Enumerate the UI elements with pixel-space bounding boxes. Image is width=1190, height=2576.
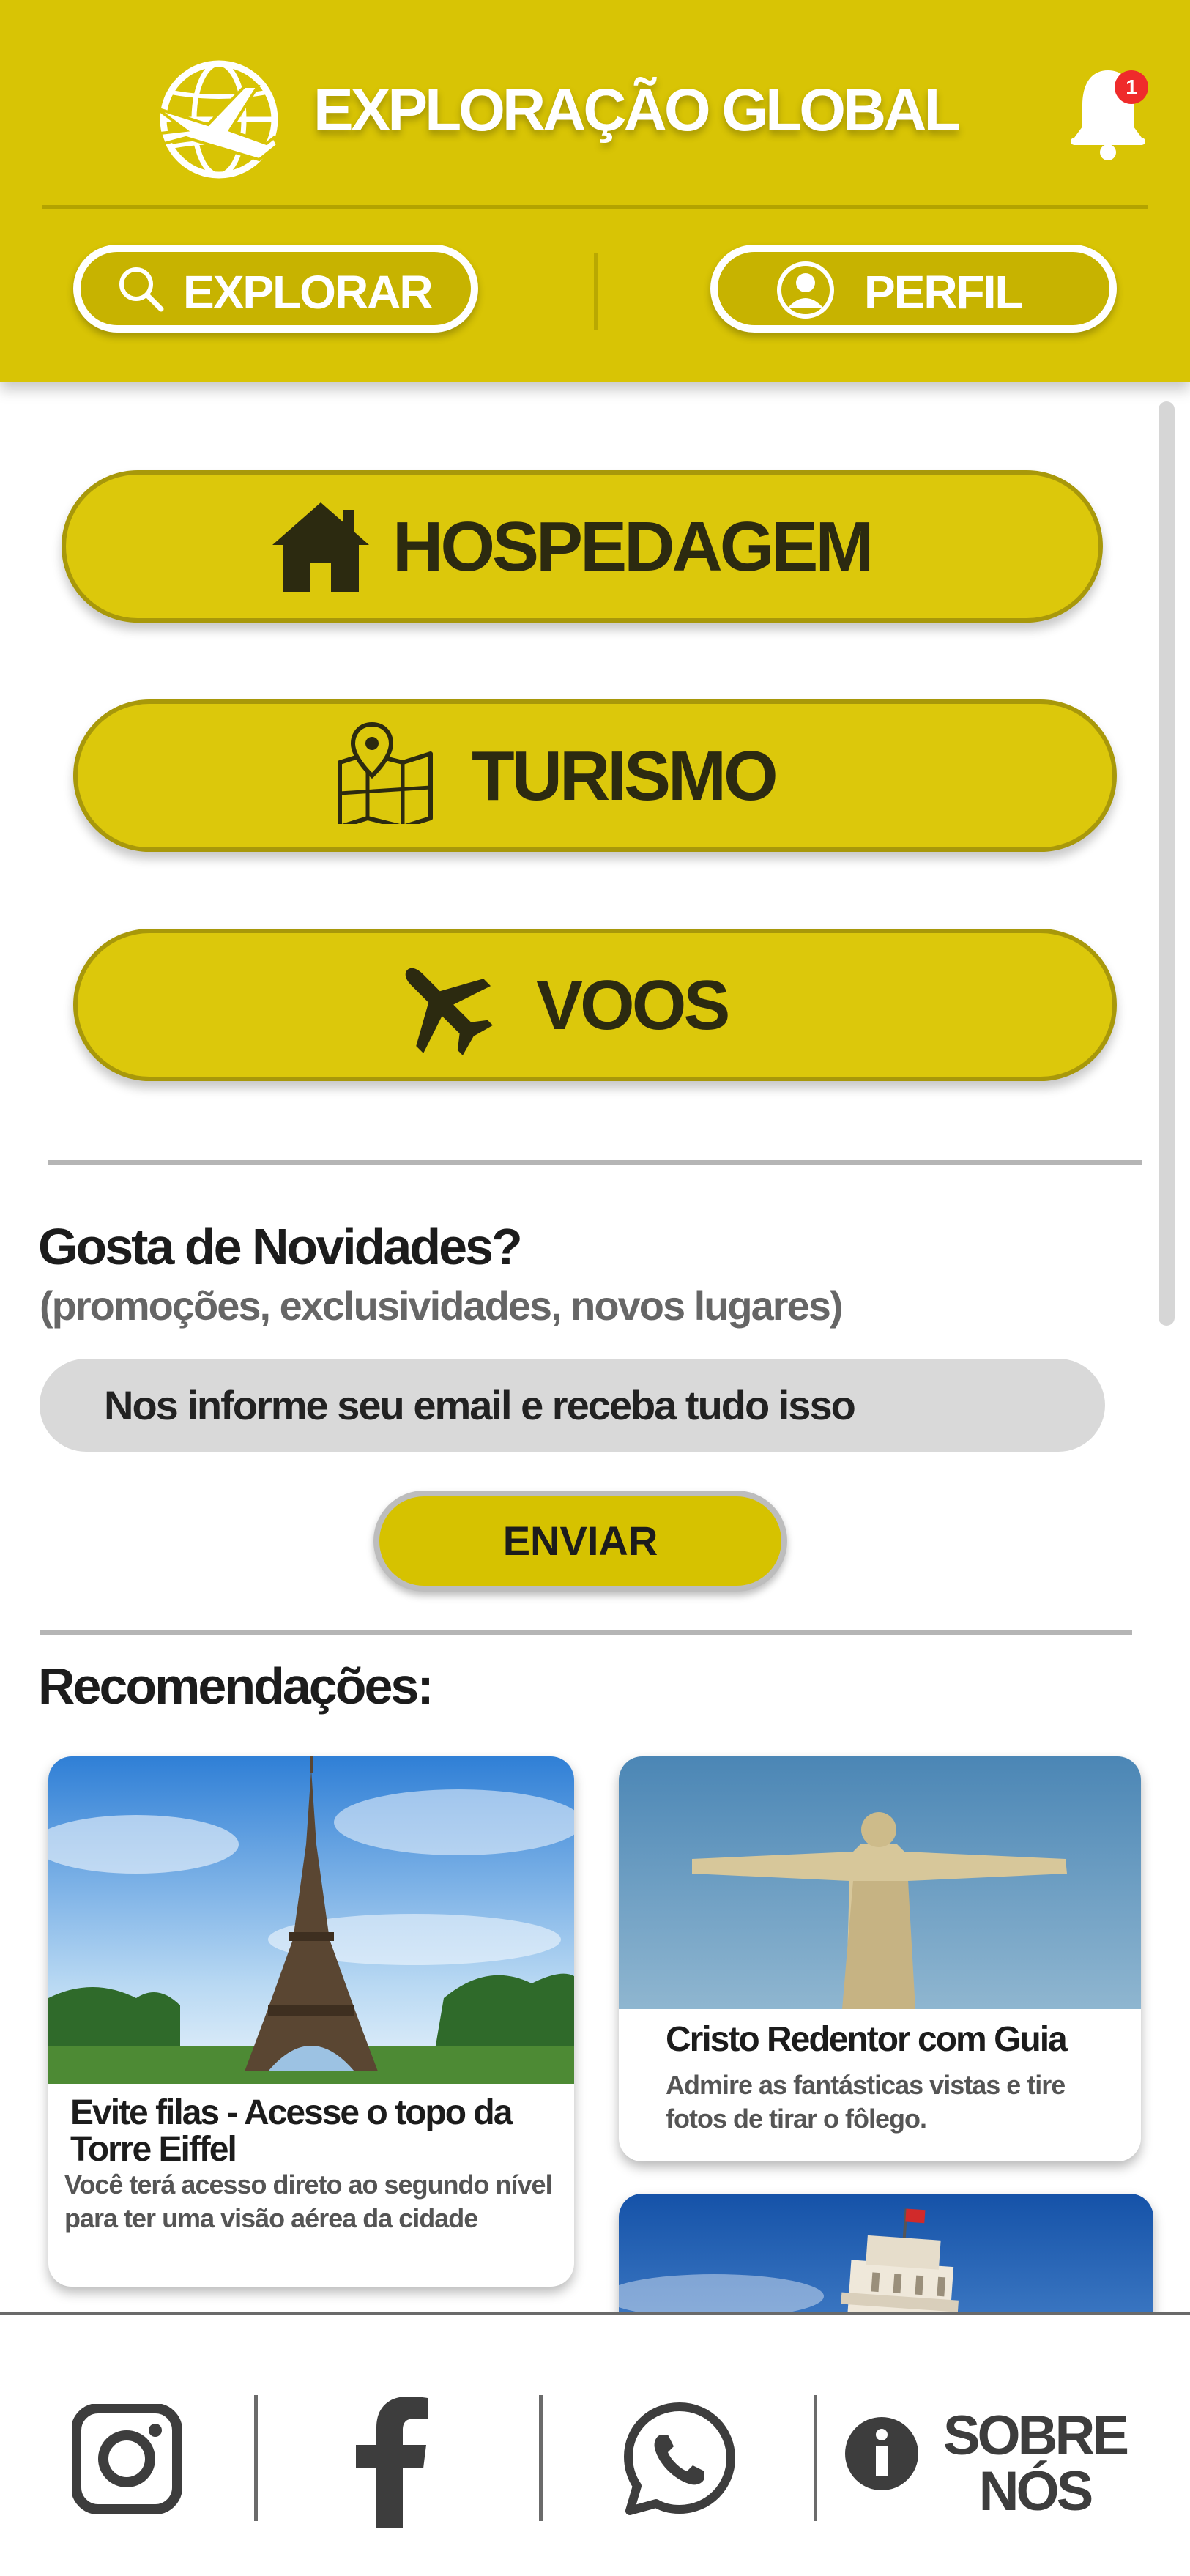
explore-button[interactable]: EXPLORAR [73,245,478,333]
recommendations-title: Recomendações: [38,1658,434,1715]
facebook-icon[interactable] [356,2395,429,2528]
about-label-line1: SOBRE [942,2405,1129,2467]
footer-nav: SOBRE NÓS [0,2312,1190,2576]
footer-separator [814,2395,817,2521]
footer-separator [539,2395,543,2521]
turismo-button[interactable]: TURISMO [73,699,1117,852]
header-separator [594,253,598,330]
card-title: Evite filas - Acesse o topo da Torre Eif… [70,2093,513,2169]
send-button[interactable]: ENVIAR [373,1491,787,1592]
turismo-label: TURISMO [472,737,778,815]
about-us-button[interactable]: SOBRE NÓS [940,2408,1130,2520]
notification-badge: 1 [1115,70,1148,104]
app-header: EXPLORAÇÃO GLOBAL 1 EXPLORAR PERFIL [0,0,1190,382]
recommendation-card-cristo[interactable]: Cristo Redentor com Guia Admire as fantá… [619,1756,1141,2161]
newsletter-subtitle: (promoções, exclusividades, novos lugare… [40,1283,843,1329]
about-label-line2: NÓS [978,2460,1094,2523]
eiffel-tower-photo [48,1756,574,2084]
christ-redeemer-photo [619,1756,1141,2009]
card-title: Cristo Redentor com Guia [666,2020,1068,2059]
card-description: Você terá acesso direto ao segundo nível… [64,2169,553,2233]
newsletter-title: Gosta de Novidades? [38,1218,523,1275]
voos-label: VOOS [536,966,730,1044]
section-divider [40,1630,1132,1635]
header-divider [42,205,1148,209]
scrollbar[interactable] [1159,401,1175,1326]
user-icon [777,261,834,319]
footer-separator [254,2395,258,2521]
card-description: Admire as fantásticas vistas e tire foto… [666,2070,1066,2134]
info-icon[interactable] [844,2416,920,2492]
profile-label: PERFIL [864,266,1024,319]
whatsapp-icon[interactable] [621,2401,738,2518]
explore-label: EXPLORAR [183,266,434,319]
instagram-icon[interactable] [72,2404,182,2514]
airplane-icon [405,968,493,1055]
profile-button[interactable]: PERFIL [710,245,1117,333]
house-icon [272,502,369,592]
recommendation-card-eiffel[interactable]: Evite filas - Acesse o topo da Torre Eif… [48,1756,574,2287]
globe-plane-logo-icon [157,60,280,179]
hospedagem-label: HOSPEDAGEM [393,508,874,586]
app-title: EXPLORAÇÃO GLOBAL [313,77,961,144]
map-pin-icon [338,721,433,824]
hospedagem-button[interactable]: HOSPEDAGEM [62,470,1103,623]
section-divider [48,1160,1142,1165]
email-input[interactable] [40,1359,1105,1452]
search-icon [119,267,164,312]
voos-button[interactable]: VOOS [73,929,1117,1081]
